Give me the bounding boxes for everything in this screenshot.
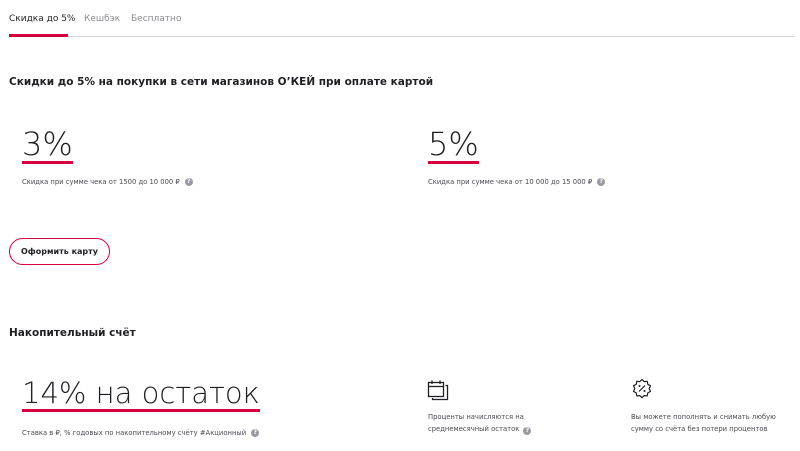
percent-badge-icon [632,378,652,399]
discount-tier-5-value-text: 5% [428,125,479,164]
feature-interest-accrual-line2-row: среднемесячный остаток? [428,423,532,435]
discount-tier-5-note: Скидка при сумме чека от 10 000 до 15 00… [428,178,606,186]
feature-interest-accrual-line2: среднемесячный остаток [428,425,520,433]
discount-tier-3-note-text: Скидка при сумме чека от 1500 до 10 000 … [22,178,180,186]
tab-bar: Скидка до 5% Кешбэк Бесплатно [9,0,795,37]
help-icon[interactable]: ? [523,427,532,435]
discount-tier-3-value: 3% [22,128,73,164]
feature-flexible-deposits-line2: сумму со счёта без потери процентов [631,425,768,433]
savings-rate: 14% на остаток [22,379,260,412]
feature-flexible-deposits: Вы можете пополнять и снимать любую сумм… [631,411,776,435]
feature-interest-accrual: Проценты начисляются на среднемесячный о… [428,411,532,435]
order-card-button[interactable]: Оформить карту [9,238,110,265]
discount-tier-5-value: 5% [428,128,479,164]
help-icon[interactable]: ? [597,178,606,186]
active-tab-indicator [9,34,68,37]
tab-cashback[interactable]: Кешбэк [84,14,120,24]
discount-tier-5-note-text: Скидка при сумме чека от 10 000 до 15 00… [428,178,593,186]
savings-rate-note-text: Ставка в ₽, % годовых по накопительному … [22,429,247,437]
savings-section-title: Накопительный счёт [9,327,136,339]
tab-discount[interactable]: Скидка до 5% [9,14,75,24]
calendar-icon [427,380,449,401]
savings-rate-text: 14% на остаток [22,376,260,412]
discount-tier-3-note: Скидка при сумме чека от 1500 до 10 000 … [22,178,193,186]
tab-free[interactable]: Бесплатно [131,14,181,24]
help-icon[interactable]: ? [184,178,193,186]
help-icon[interactable]: ? [251,429,260,437]
feature-interest-accrual-line1: Проценты начисляются на [428,413,524,421]
discount-tier-3-value-text: 3% [22,125,73,164]
savings-rate-note: Ставка в ₽, % годовых по накопительному … [22,429,260,437]
feature-flexible-deposits-line1: Вы можете пополнять и снимать любую [631,413,776,421]
discount-section-title: Скидки до 5% на покупки в сети магазинов… [9,76,434,88]
